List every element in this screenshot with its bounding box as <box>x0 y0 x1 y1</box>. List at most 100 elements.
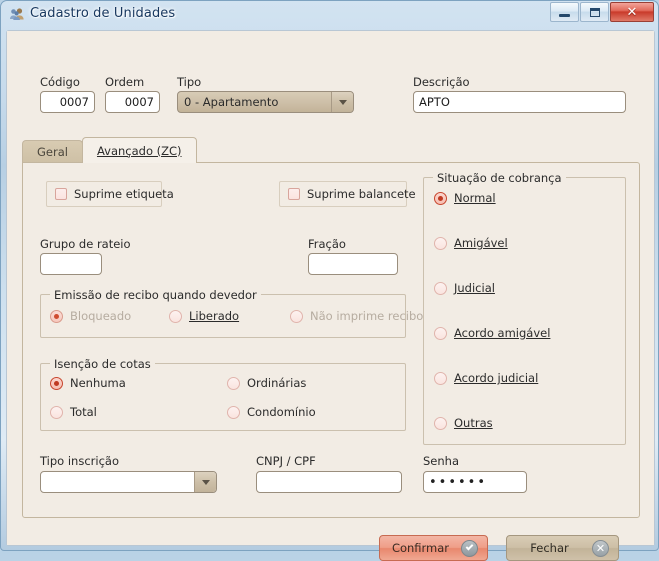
tab-strip: Geral Avançado (ZC) <box>22 137 197 163</box>
radio-nenhuma-label: Nenhuma <box>70 376 126 390</box>
ordem-label: Ordem <box>105 75 145 89</box>
tab-panel-avancado: Suprime etiqueta Suprime balancete Grupo… <box>22 162 640 518</box>
tab-geral-label: Geral <box>37 145 68 159</box>
radio-icon[interactable] <box>434 326 447 340</box>
cnpj-cpf-input[interactable] <box>256 471 402 493</box>
radio-judicial-label: Judicial <box>454 281 495 295</box>
window-controls: ✕ <box>550 2 654 22</box>
senha-label: Senha <box>423 454 459 468</box>
tipo-inscricao-label: Tipo inscrição <box>40 454 119 468</box>
checkbox-icon[interactable] <box>55 188 67 200</box>
chevron-down-icon[interactable] <box>331 92 353 112</box>
ordem-input[interactable]: 0007 <box>105 91 160 113</box>
descricao-label: Descrição <box>413 75 470 89</box>
maximize-icon <box>589 7 600 17</box>
tab-avancado-zc-label: Avançado (ZC) <box>96 143 182 158</box>
maximize-button[interactable] <box>580 2 609 22</box>
senha-input[interactable]: •••••• <box>423 471 527 493</box>
radio-normal-label: Normal <box>454 191 496 205</box>
suprime-balancete-label: Suprime balancete <box>307 187 416 201</box>
senha-value: •••••• <box>429 474 488 490</box>
tab-avancado-zc[interactable]: Avançado (ZC) <box>81 137 197 163</box>
emissao-recibo-title: Emissão de recibo quando devedor <box>50 288 261 302</box>
tipo-label: Tipo <box>177 75 202 89</box>
radio-icon[interactable] <box>227 405 240 419</box>
situacao-cobranca-title: Situação de cobrança <box>433 171 566 185</box>
fracao-input[interactable] <box>308 253 398 275</box>
tipo-combobox[interactable]: 0 - Apartamento <box>177 91 354 113</box>
close-button-label: Fechar <box>530 541 569 555</box>
radio-outras[interactable]: Outras <box>434 416 493 430</box>
radio-acordo-judicial-label: Acordo judicial <box>454 371 539 385</box>
radio-condominio[interactable]: Condomínio <box>227 405 316 419</box>
codigo-input[interactable]: 0007 <box>40 91 95 113</box>
radio-outras-label: Outras <box>454 416 493 430</box>
tab-geral[interactable]: Geral <box>22 140 83 163</box>
suprime-balancete-checkbox[interactable]: Suprime balancete <box>279 181 416 207</box>
radio-selected-icon[interactable] <box>50 376 63 390</box>
radio-bloqueado[interactable]: Bloqueado <box>50 309 131 323</box>
radio-bloqueado-label: Bloqueado <box>70 309 132 323</box>
radio-ordinarias[interactable]: Ordinárias <box>227 376 306 390</box>
minimize-button[interactable] <box>550 2 579 22</box>
minimize-icon <box>559 13 570 17</box>
radio-icon[interactable] <box>50 405 63 419</box>
descricao-value: APTO <box>419 95 450 109</box>
form-content: Código 0007 Ordem 0007 Tipo 0 - Apartame… <box>7 31 654 561</box>
radio-icon[interactable] <box>434 371 447 385</box>
close-window-button[interactable]: ✕ <box>610 2 654 22</box>
emissao-recibo-group: Emissão de recibo quando devedor Bloquea… <box>40 288 423 338</box>
descricao-input[interactable]: APTO <box>413 91 626 113</box>
radio-icon[interactable] <box>434 416 447 430</box>
radio-amigavel[interactable]: Amigável <box>434 236 508 250</box>
radio-icon[interactable] <box>290 309 303 323</box>
title-bar[interactable]: Cadastro de Unidades ✕ <box>1 1 658 30</box>
suprime-etiqueta-checkbox[interactable]: Suprime etiqueta <box>46 181 174 207</box>
isencao-cotas-title: Isenção de cotas <box>50 357 155 371</box>
radio-icon[interactable] <box>434 281 447 295</box>
close-button[interactable]: Fechar ✕ <box>506 535 619 561</box>
suprime-etiqueta-label: Suprime etiqueta <box>74 187 174 201</box>
situacao-cobranca-group: Situação de cobrança Normal Amigável Jud… <box>423 171 626 445</box>
radio-icon[interactable] <box>227 376 240 390</box>
radio-condominio-label: Condomínio <box>247 405 316 419</box>
users-group-icon <box>10 8 24 20</box>
tipo-value: 0 - Apartamento <box>184 95 279 109</box>
radio-selected-icon[interactable] <box>434 191 447 205</box>
radio-nao-imprime-recibo[interactable]: Não imprime recibo <box>290 309 423 323</box>
grupo-rateio-input[interactable] <box>40 253 102 275</box>
radio-ordinarias-label: Ordinárias <box>247 376 307 390</box>
radio-judicial[interactable]: Judicial <box>434 281 495 295</box>
radio-liberado-label: Liberado <box>189 309 240 323</box>
radio-icon[interactable] <box>434 236 447 250</box>
tipo-inscricao-combobox[interactable] <box>40 471 217 493</box>
window-title: Cadastro de Unidades <box>30 6 176 21</box>
client-area: Código 0007 Ordem 0007 Tipo 0 - Apartame… <box>6 30 655 561</box>
isencao-cotas-group: Isenção de cotas Nenhuma Ordinárias Tota… <box>40 357 406 431</box>
fracao-label: Fração <box>308 237 346 251</box>
codigo-label: Código <box>40 75 80 89</box>
radio-total-label: Total <box>70 405 97 419</box>
radio-nao-imprime-recibo-label: Não imprime recibo <box>310 309 424 323</box>
radio-icon[interactable] <box>169 309 182 323</box>
check-circle-icon <box>461 539 478 557</box>
cnpj-cpf-label: CNPJ / CPF <box>256 454 316 468</box>
window-cadastro-de-unidades: Cadastro de Unidades ✕ Código 0007 Ordem… <box>0 0 659 561</box>
grupo-rateio-label: Grupo de rateio <box>40 237 131 251</box>
radio-acordo-amigavel-label: Acordo amigável <box>454 326 551 340</box>
x-circle-icon: ✕ <box>592 539 609 557</box>
codigo-value: 0007 <box>59 95 89 109</box>
confirm-button[interactable]: Confirmar <box>379 535 488 561</box>
radio-liberado[interactable]: Liberado <box>169 309 239 323</box>
radio-normal[interactable]: Normal <box>434 191 496 205</box>
radio-selected-icon[interactable] <box>50 309 63 323</box>
radio-amigavel-label: Amigável <box>454 236 508 250</box>
radio-total[interactable]: Total <box>50 405 97 419</box>
radio-acordo-amigavel[interactable]: Acordo amigável <box>434 326 550 340</box>
checkbox-icon[interactable] <box>288 188 300 200</box>
confirm-button-label: Confirmar <box>391 541 450 555</box>
chevron-down-icon[interactable] <box>194 472 216 492</box>
radio-acordo-judicial[interactable]: Acordo judicial <box>434 371 538 385</box>
ordem-value: 0007 <box>124 95 154 109</box>
radio-nenhuma[interactable]: Nenhuma <box>50 376 126 390</box>
